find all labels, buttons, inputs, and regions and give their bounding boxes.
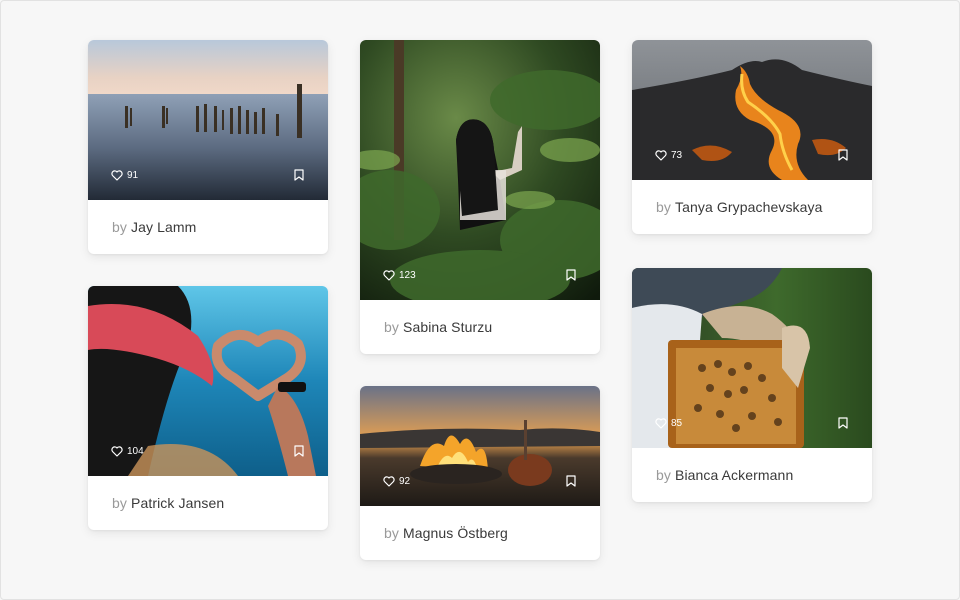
author-name[interactable]: Bianca Ackermann [675,467,793,483]
by-label: by [112,495,127,511]
like-button[interactable]: 92 [383,476,410,487]
by-label: by [384,319,399,335]
photo[interactable]: 73 [632,40,872,180]
photo[interactable]: 91 [88,40,328,200]
like-count: 92 [399,476,411,487]
bookmark-icon[interactable] [566,269,576,281]
author-name[interactable]: Magnus Östberg [403,525,508,541]
heart-icon [111,170,123,181]
by-label: by [112,219,127,235]
heart-icon [383,476,395,487]
by-label: by [656,467,671,483]
photo[interactable]: 92 [360,386,600,506]
photo[interactable]: 85 [632,268,872,448]
photo-card[interactable]: 104 by Patrick Jansen [88,286,328,530]
by-label: by [656,199,671,215]
caption: by Sabina Sturzu [360,300,600,354]
like-count: 73 [671,150,683,161]
like-count: 104 [127,446,144,457]
author-name[interactable]: Jay Lamm [131,219,196,235]
author-name[interactable]: Patrick Jansen [131,495,224,511]
heart-icon [655,418,667,429]
photo-card[interactable]: 91 by Jay Lamm [88,40,328,254]
like-count: 123 [399,270,416,281]
author-name[interactable]: Tanya Grypachevskaya [675,199,823,215]
caption: by Magnus Östberg [360,506,600,560]
photo[interactable]: 104 [88,286,328,476]
author-name[interactable]: Sabina Sturzu [403,319,492,335]
like-count: 91 [127,170,139,181]
caption: by Tanya Grypachevskaya [632,180,872,234]
photo-card[interactable]: 123 by Sabina Sturzu [360,40,600,354]
by-label: by [384,525,399,541]
heart-icon [111,446,123,457]
bookmark-icon[interactable] [838,417,848,429]
bookmark-icon[interactable] [294,445,304,457]
like-button[interactable]: 104 [111,446,144,457]
like-button[interactable]: 85 [655,418,682,429]
heart-icon [655,150,667,161]
photo-card[interactable]: 85 by Bianca Ackermann [632,268,872,502]
caption: by Bianca Ackermann [632,448,872,502]
like-button[interactable]: 123 [383,270,416,281]
caption: by Patrick Jansen [88,476,328,530]
photo[interactable]: 123 [360,40,600,300]
like-button[interactable]: 91 [111,170,138,181]
bookmark-icon[interactable] [838,149,848,161]
like-button[interactable]: 73 [655,150,682,161]
heart-icon [383,270,395,281]
photo-card[interactable]: 73 by Tanya Grypachevskaya [632,40,872,234]
caption: by Jay Lamm [88,200,328,254]
like-count: 85 [671,418,683,429]
bookmark-icon[interactable] [566,475,576,487]
bookmark-icon[interactable] [294,169,304,181]
photo-card[interactable]: 92 by Magnus Östberg [360,386,600,560]
